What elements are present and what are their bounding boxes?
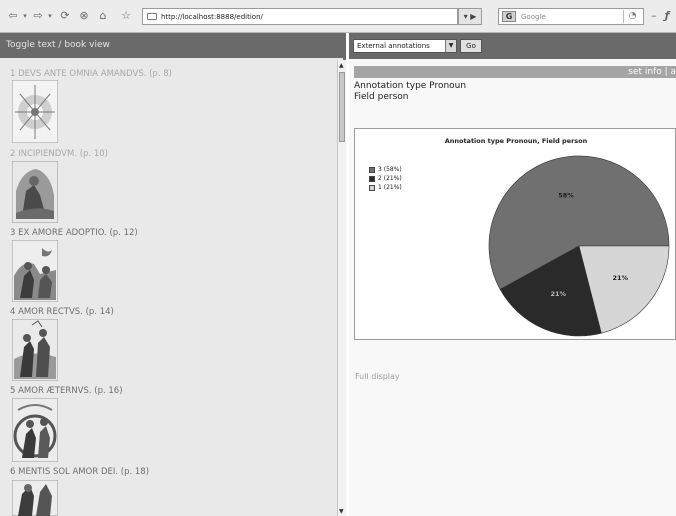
legend-item: 2 (21%) bbox=[369, 174, 402, 183]
legend-swatch bbox=[369, 167, 375, 173]
emblem-thumbnail[interactable] bbox=[12, 240, 58, 302]
chevron-down-icon[interactable]: ▼ bbox=[445, 40, 456, 52]
full-display-link[interactable]: Full display bbox=[355, 372, 400, 381]
legend-swatch bbox=[369, 185, 375, 191]
toggle-view-link[interactable]: Toggle text / book view bbox=[0, 33, 346, 58]
entry-title[interactable]: 1 DEVS ANTE OMNIA AMANDVS. (p. 8) bbox=[10, 69, 172, 80]
scroll-down-icon[interactable]: ▼ bbox=[339, 508, 344, 515]
legend-label: 1 (21%) bbox=[378, 184, 402, 191]
address-bar[interactable]: http://localhost:8888/edition/ bbox=[142, 8, 458, 25]
emblem-thumbnail[interactable] bbox=[12, 398, 58, 462]
search-engine-icon[interactable]: G bbox=[502, 11, 516, 22]
set-info-bar: set info | a bbox=[354, 66, 676, 78]
go-button[interactable]: Go bbox=[460, 39, 482, 53]
addon-icon[interactable]: ƒ bbox=[661, 9, 673, 23]
pie-chart: Annotation type Pronoun, Field person 3 … bbox=[354, 128, 676, 340]
legend-label: 2 (21%) bbox=[378, 175, 402, 182]
legend-item: 1 (21%) bbox=[369, 183, 402, 192]
home-icon[interactable]: ⌂ bbox=[96, 9, 110, 23]
entry-title[interactable]: 3 EX AMORE ADOPTIO. (p. 12) bbox=[10, 228, 138, 239]
pie-data-label: 21% bbox=[612, 274, 628, 282]
legend-item: 3 (58%) bbox=[369, 165, 402, 174]
forward-dropdown-icon[interactable]: ▾ bbox=[45, 9, 55, 23]
pie-data-label: 58% bbox=[558, 191, 574, 199]
chart-title: Annotation type Pronoun, Field person bbox=[444, 137, 588, 145]
set-info-link[interactable]: set info | a bbox=[628, 66, 676, 78]
left-scrollbar[interactable]: ▲ ▼ bbox=[337, 60, 346, 516]
annotation-select[interactable]: External annotations ▼ bbox=[353, 39, 457, 53]
annotation-select-value: External annotations bbox=[357, 42, 430, 50]
stop-icon[interactable]: ⊗ bbox=[77, 9, 91, 23]
search-input[interactable]: Google bbox=[521, 10, 546, 24]
emblem-thumbnail[interactable] bbox=[12, 161, 58, 223]
reload-icon[interactable]: ⟳ bbox=[58, 9, 72, 23]
annotation-type-text: Annotation type Pronoun bbox=[354, 81, 467, 91]
scroll-thumb[interactable] bbox=[339, 72, 345, 142]
forward-icon[interactable]: ⇨ bbox=[31, 9, 45, 23]
entry-title[interactable]: 5 AMOR ÆTERNVS. (p. 16) bbox=[10, 386, 123, 397]
search-box[interactable]: G Google ◔ bbox=[498, 8, 644, 25]
legend-swatch bbox=[369, 176, 375, 182]
browser-toolbar: ⇦ ▾ ⇨ ▾ ⟳ ⊗ ⌂ ☆ http://localhost:8888/ed… bbox=[0, 0, 676, 33]
address-dropdown-icon[interactable]: ▾ ▶ bbox=[458, 8, 482, 25]
url-text: http://localhost:8888/edition/ bbox=[161, 13, 263, 21]
entry-title[interactable]: 2 INCIPIENDVM. (p. 10) bbox=[10, 149, 108, 160]
page-icon bbox=[147, 13, 157, 20]
minus-icon[interactable]: – bbox=[650, 9, 658, 23]
chart-legend: 3 (58%) 2 (21%) 1 (21%) bbox=[369, 165, 402, 192]
book-panel: Toggle text / book view 1 DEVS ANTE OMNI… bbox=[0, 33, 346, 516]
emblem-thumbnail[interactable] bbox=[12, 319, 58, 381]
field-text: Field person bbox=[354, 92, 409, 102]
pie-plot: 58% 21% 21% bbox=[488, 155, 670, 337]
legend-label: 3 (58%) bbox=[378, 166, 402, 173]
annotation-header: External annotations ▼ Go bbox=[349, 33, 676, 59]
back-icon[interactable]: ⇦ bbox=[6, 9, 20, 23]
scroll-up-icon[interactable]: ▲ bbox=[339, 62, 344, 69]
annotation-panel: External annotations ▼ Go set info | a A… bbox=[349, 33, 676, 516]
search-go-icon[interactable]: ◔ bbox=[623, 10, 641, 23]
emblem-thumbnail[interactable] bbox=[12, 480, 58, 516]
entry-title[interactable]: 6 MENTIS SOL AMOR DEI. (p. 18) bbox=[10, 467, 149, 478]
entry-title[interactable]: 4 AMOR RECTVS. (p. 14) bbox=[10, 307, 114, 318]
back-dropdown-icon[interactable]: ▾ bbox=[20, 9, 30, 23]
bookmark-icon[interactable]: ☆ bbox=[116, 9, 136, 23]
emblem-thumbnail[interactable] bbox=[12, 80, 58, 143]
pie-data-label: 21% bbox=[550, 290, 566, 298]
